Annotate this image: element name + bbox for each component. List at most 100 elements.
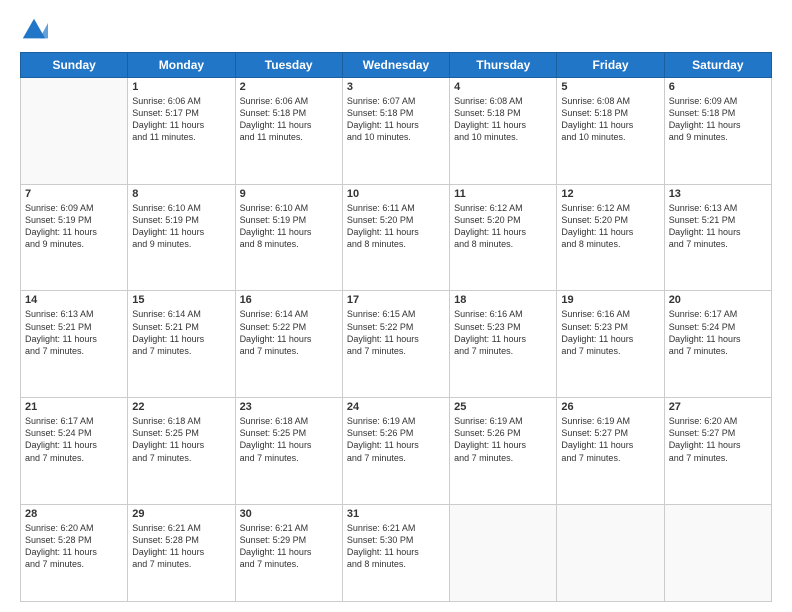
calendar-week-2: 7 Sunrise: 6:09 AM Sunset: 5:19 PM Daylig… — [21, 184, 772, 291]
calendar-cell: 17 Sunrise: 6:15 AM Sunset: 5:22 PM Dayli… — [342, 291, 449, 398]
day-info: Sunrise: 6:20 AM Sunset: 5:28 PM Dayligh… — [25, 522, 123, 571]
day-number: 31 — [347, 508, 445, 520]
day-number: 20 — [669, 294, 767, 306]
day-header-sunday: Sunday — [21, 53, 128, 78]
calendar-cell: 6Sunrise: 6:09 AM Sunset: 5:18 PM Daylig… — [664, 78, 771, 185]
day-number: 23 — [240, 401, 338, 413]
day-info: Sunrise: 6:18 AM Sunset: 5:25 PM Dayligh… — [240, 415, 338, 464]
day-number: 22 — [132, 401, 230, 413]
day-info: Sunrise: 6:10 AM Sunset: 5:19 PM Dayligh… — [132, 202, 230, 251]
day-number: 2 — [240, 81, 338, 93]
calendar-week-3: 14Sunrise: 6:13 AM Sunset: 5:21 PM Dayli… — [21, 291, 772, 398]
day-number: 13 — [669, 188, 767, 200]
calendar-cell — [664, 504, 771, 601]
calendar-cell — [21, 78, 128, 185]
calendar-cell: 13 Sunrise: 6:13 AM Sunset: 5:21 PM Dayli… — [664, 184, 771, 291]
calendar-cell: 7 Sunrise: 6:09 AM Sunset: 5:19 PM Daylig… — [21, 184, 128, 291]
calendar-cell: 18Sunrise: 6:16 AM Sunset: 5:23 PM Dayli… — [450, 291, 557, 398]
day-info: Sunrise: 6:15 AM Sunset: 5:22 PM Dayligh… — [347, 308, 445, 357]
day-info: Sunrise: 6:19 AM Sunset: 5:27 PM Dayligh… — [561, 415, 659, 464]
day-header-tuesday: Tuesday — [235, 53, 342, 78]
calendar-header-row: SundayMondayTuesdayWednesdayThursdayFrid… — [21, 53, 772, 78]
day-info: Sunrise: 6:18 AM Sunset: 5:25 PM Dayligh… — [132, 415, 230, 464]
day-number: 12 — [561, 188, 659, 200]
calendar-cell: 1 Sunrise: 6:06 AM Sunset: 5:17 PM Daylig… — [128, 78, 235, 185]
day-info: Sunrise: 6:20 AM Sunset: 5:27 PM Dayligh… — [669, 415, 767, 464]
logo-icon — [20, 16, 48, 44]
calendar-cell: 26 Sunrise: 6:19 AM Sunset: 5:27 PM Dayli… — [557, 398, 664, 505]
calendar-week-1: 1 Sunrise: 6:06 AM Sunset: 5:17 PM Daylig… — [21, 78, 772, 185]
calendar-cell: 16Sunrise: 6:14 AM Sunset: 5:22 PM Dayli… — [235, 291, 342, 398]
day-number: 14 — [25, 294, 123, 306]
day-info: Sunrise: 6:08 AM Sunset: 5:18 PM Dayligh… — [454, 95, 552, 144]
day-number: 1 — [132, 81, 230, 93]
day-number: 9 — [240, 188, 338, 200]
calendar-cell: 9 Sunrise: 6:10 AM Sunset: 5:19 PM Daylig… — [235, 184, 342, 291]
calendar-cell — [450, 504, 557, 601]
calendar-cell: 3 Sunrise: 6:07 AM Sunset: 5:18 PM Daylig… — [342, 78, 449, 185]
day-info: Sunrise: 6:21 AM Sunset: 5:30 PM Dayligh… — [347, 522, 445, 571]
header — [20, 16, 772, 44]
day-info: Sunrise: 6:12 AM Sunset: 5:20 PM Dayligh… — [454, 202, 552, 251]
calendar-cell: 4 Sunrise: 6:08 AM Sunset: 5:18 PM Daylig… — [450, 78, 557, 185]
day-number: 10 — [347, 188, 445, 200]
day-info: Sunrise: 6:11 AM Sunset: 5:20 PM Dayligh… — [347, 202, 445, 251]
calendar-cell: 15 Sunrise: 6:14 AM Sunset: 5:21 PM Dayli… — [128, 291, 235, 398]
day-info: Sunrise: 6:08 AM Sunset: 5:18 PM Dayligh… — [561, 95, 659, 144]
day-number: 25 — [454, 401, 552, 413]
day-info: Sunrise: 6:19 AM Sunset: 5:26 PM Dayligh… — [347, 415, 445, 464]
day-number: 11 — [454, 188, 552, 200]
calendar-week-4: 21 Sunrise: 6:17 AM Sunset: 5:24 PM Dayli… — [21, 398, 772, 505]
day-info: Sunrise: 6:13 AM Sunset: 5:21 PM Dayligh… — [669, 202, 767, 251]
calendar-cell: 27 Sunrise: 6:20 AM Sunset: 5:27 PM Dayli… — [664, 398, 771, 505]
day-info: Sunrise: 6:06 AM Sunset: 5:18 PM Dayligh… — [240, 95, 338, 144]
calendar-cell: 19Sunrise: 6:16 AM Sunset: 5:23 PM Dayli… — [557, 291, 664, 398]
day-info: Sunrise: 6:19 AM Sunset: 5:26 PM Dayligh… — [454, 415, 552, 464]
day-info: Sunrise: 6:21 AM Sunset: 5:28 PM Dayligh… — [132, 522, 230, 571]
calendar-cell: 14Sunrise: 6:13 AM Sunset: 5:21 PM Dayli… — [21, 291, 128, 398]
day-number: 3 — [347, 81, 445, 93]
day-number: 16 — [240, 294, 338, 306]
day-info: Sunrise: 6:07 AM Sunset: 5:18 PM Dayligh… — [347, 95, 445, 144]
day-info: Sunrise: 6:09 AM Sunset: 5:19 PM Dayligh… — [25, 202, 123, 251]
calendar-cell: 12 Sunrise: 6:12 AM Sunset: 5:20 PM Dayli… — [557, 184, 664, 291]
day-number: 29 — [132, 508, 230, 520]
day-info: Sunrise: 6:17 AM Sunset: 5:24 PM Dayligh… — [25, 415, 123, 464]
day-number: 7 — [25, 188, 123, 200]
day-number: 5 — [561, 81, 659, 93]
calendar-cell: 5 Sunrise: 6:08 AM Sunset: 5:18 PM Daylig… — [557, 78, 664, 185]
day-number: 26 — [561, 401, 659, 413]
day-number: 21 — [25, 401, 123, 413]
day-number: 28 — [25, 508, 123, 520]
calendar-cell: 23 Sunrise: 6:18 AM Sunset: 5:25 PM Dayli… — [235, 398, 342, 505]
calendar-cell: 21 Sunrise: 6:17 AM Sunset: 5:24 PM Dayli… — [21, 398, 128, 505]
day-number: 18 — [454, 294, 552, 306]
calendar-cell: 20 Sunrise: 6:17 AM Sunset: 5:24 PM Dayli… — [664, 291, 771, 398]
day-number: 17 — [347, 294, 445, 306]
calendar-cell: 2 Sunrise: 6:06 AM Sunset: 5:18 PM Daylig… — [235, 78, 342, 185]
day-info: Sunrise: 6:06 AM Sunset: 5:17 PM Dayligh… — [132, 95, 230, 144]
calendar-cell: 11 Sunrise: 6:12 AM Sunset: 5:20 PM Dayli… — [450, 184, 557, 291]
day-header-thursday: Thursday — [450, 53, 557, 78]
day-info: Sunrise: 6:17 AM Sunset: 5:24 PM Dayligh… — [669, 308, 767, 357]
logo — [20, 16, 52, 44]
day-number: 8 — [132, 188, 230, 200]
day-number: 15 — [132, 294, 230, 306]
calendar-cell: 25 Sunrise: 6:19 AM Sunset: 5:26 PM Dayli… — [450, 398, 557, 505]
day-number: 27 — [669, 401, 767, 413]
day-info: Sunrise: 6:10 AM Sunset: 5:19 PM Dayligh… — [240, 202, 338, 251]
calendar-cell: 8 Sunrise: 6:10 AM Sunset: 5:19 PM Daylig… — [128, 184, 235, 291]
calendar-cell: 29 Sunrise: 6:21 AM Sunset: 5:28 PM Dayli… — [128, 504, 235, 601]
day-info: Sunrise: 6:14 AM Sunset: 5:21 PM Dayligh… — [132, 308, 230, 357]
calendar-cell: 28 Sunrise: 6:20 AM Sunset: 5:28 PM Dayli… — [21, 504, 128, 601]
calendar-cell: 24Sunrise: 6:19 AM Sunset: 5:26 PM Dayli… — [342, 398, 449, 505]
day-number: 30 — [240, 508, 338, 520]
day-header-saturday: Saturday — [664, 53, 771, 78]
day-info: Sunrise: 6:12 AM Sunset: 5:20 PM Dayligh… — [561, 202, 659, 251]
day-number: 4 — [454, 81, 552, 93]
day-info: Sunrise: 6:16 AM Sunset: 5:23 PM Dayligh… — [561, 308, 659, 357]
day-number: 6 — [669, 81, 767, 93]
day-header-friday: Friday — [557, 53, 664, 78]
calendar-cell: 22 Sunrise: 6:18 AM Sunset: 5:25 PM Dayli… — [128, 398, 235, 505]
calendar-table: SundayMondayTuesdayWednesdayThursdayFrid… — [20, 52, 772, 602]
